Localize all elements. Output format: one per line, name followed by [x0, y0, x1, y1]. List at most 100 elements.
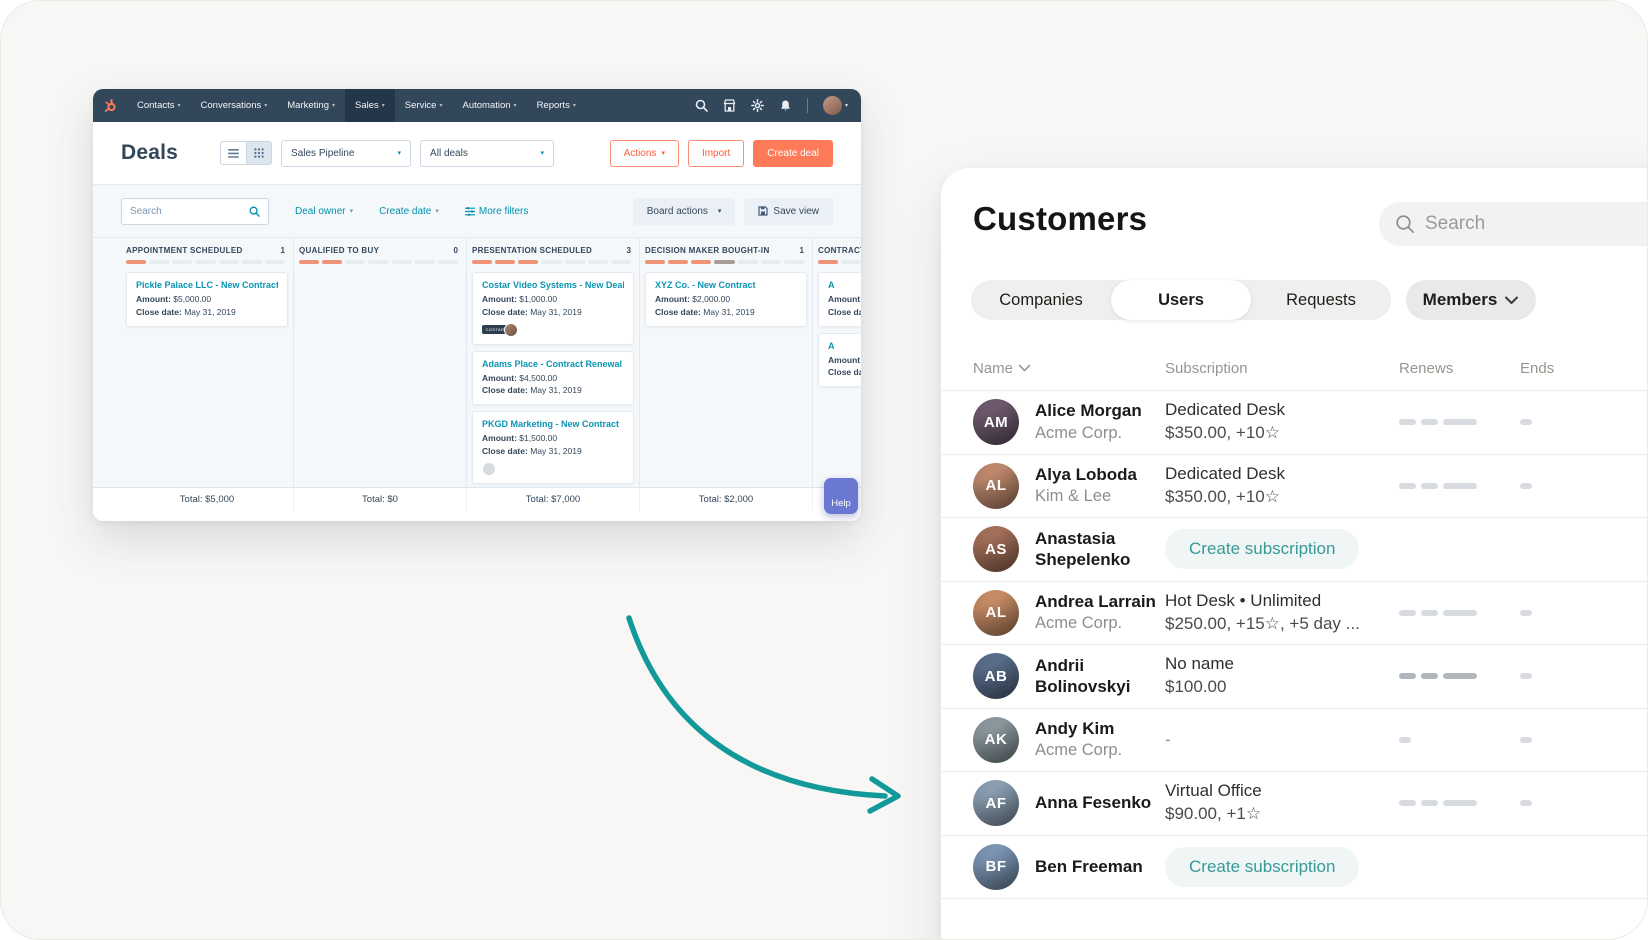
column-cards	[294, 264, 466, 487]
customers-search-input[interactable]	[1425, 213, 1648, 235]
create-subscription-button[interactable]: Create subscription	[1165, 847, 1359, 887]
ends-cell	[1520, 737, 1610, 743]
create-date-filter[interactable]: Create date ▾	[379, 206, 439, 217]
list-view-button[interactable]	[220, 141, 246, 165]
table-row-alice-morgan[interactable]: AMAlice MorganAcme Corp.Dedicated Desk$3…	[941, 391, 1648, 455]
deal-card[interactable]: Costar Video Systems - New Deal Amount: $…	[472, 272, 634, 345]
dash	[1443, 419, 1477, 425]
nav-item-contacts[interactable]: Contacts▾	[127, 89, 191, 122]
column-header-name[interactable]: Name	[973, 360, 1165, 377]
table-row-ben-freeman[interactable]: BFBen FreemanCreate subscription	[941, 836, 1648, 900]
name-block: Alya LobodaKim & Lee	[1035, 464, 1165, 508]
marketplace-icon[interactable]	[723, 99, 736, 112]
create-deal-button[interactable]: Create deal	[753, 140, 833, 167]
name-block: Andrii Bolinovskyi	[1035, 655, 1165, 699]
pipeline-stage-name: APPOINTMENT SCHEDULED	[126, 246, 243, 255]
name-cell: AFAnna Fesenko	[973, 780, 1165, 826]
more-filters-button[interactable]: More filters	[465, 206, 528, 217]
tab-users[interactable]: Users	[1111, 280, 1251, 320]
search-icon[interactable]	[249, 206, 260, 217]
avatar: AS	[973, 526, 1019, 572]
board-actions-button[interactable]: Board actions ▾	[633, 198, 736, 225]
save-view-button[interactable]: Save view	[744, 198, 833, 225]
table-row-andy-kim[interactable]: AKAndy KimAcme Corp.-	[941, 709, 1648, 773]
pipeline-stage-name: DECISION MAKER BOUGHT-IN	[645, 246, 770, 255]
account-menu[interactable]: ▾	[823, 96, 848, 115]
dash	[1399, 483, 1416, 489]
name-cell: ALAlya LobodaKim & Lee	[973, 463, 1165, 509]
pipeline-column-appointment-scheduled: APPOINTMENT SCHEDULED1Pickle Palace LLC …	[121, 238, 294, 487]
name-block: Andrea LarrainAcme Corp.	[1035, 591, 1165, 635]
column-header-renews: Renews	[1399, 360, 1520, 377]
subscription-cell: Virtual Office$90.00, +1☆	[1165, 780, 1399, 826]
deal-card[interactable]: Adams Place - Contract RenewalAmount: $4…	[472, 351, 634, 406]
dash	[1421, 483, 1438, 489]
table-row-andrea-larrain[interactable]: ALAndrea LarrainAcme Corp.Hot Desk • Unl…	[941, 582, 1648, 646]
name-cell: ASAnastasia Shepelenko	[973, 526, 1165, 572]
table-row-anna-fesenko[interactable]: AFAnna FesenkoVirtual Office$90.00, +1☆	[941, 772, 1648, 836]
dash	[1520, 610, 1532, 616]
deal-amount: Amount: $1,000.00	[482, 293, 624, 306]
customers-title: Customers	[973, 200, 1147, 238]
deals-filter-value: All deals	[430, 148, 468, 159]
renews-cell	[1399, 610, 1520, 616]
toolbar-actions: Actions ▾ Import Create deal	[610, 140, 833, 167]
dash	[1520, 483, 1532, 489]
nav-item-marketing[interactable]: Marketing▾	[277, 89, 345, 122]
search-icon[interactable]	[695, 99, 708, 112]
board-view-button[interactable]	[246, 141, 272, 165]
deals-search-input[interactable]	[130, 206, 243, 217]
nav-item-conversations[interactable]: Conversations▾	[191, 89, 278, 122]
tab-companies[interactable]: Companies	[971, 280, 1111, 320]
deal-close-date: Close date: May 31, 2019	[136, 306, 278, 319]
deals-filter-select[interactable]: All deals ▾	[420, 140, 554, 167]
table-row-anastasia-shepelenko[interactable]: ASAnastasia ShepelenkoCreate subscriptio…	[941, 518, 1648, 582]
nav-item-reports[interactable]: Reports▾	[527, 89, 586, 122]
import-button[interactable]: Import	[688, 140, 744, 167]
pipeline-column-presentation-scheduled: PRESENTATION SCHEDULED3Costar Video Syst…	[467, 238, 640, 487]
name-block: Alice MorganAcme Corp.	[1035, 400, 1165, 444]
subscription-plan: Virtual Office	[1165, 780, 1399, 803]
dash	[1443, 483, 1477, 489]
deal-title: Costar Video Systems - New Deal	[482, 280, 624, 290]
deal-card[interactable]: XYZ Co. - New ContractAmount: $2,000.00C…	[645, 272, 807, 327]
create-subscription-button[interactable]: Create subscription	[1165, 529, 1359, 569]
nav-item-service[interactable]: Service▾	[395, 89, 453, 122]
deal-amount: Amount: $2,000.00	[655, 293, 797, 306]
deal-amount: Amount: $1,500.00	[482, 432, 624, 445]
avatar: AB	[973, 653, 1019, 699]
date-placeholder	[1520, 419, 1610, 425]
hs-nav-menu: Contacts▾Conversations▾Marketing▾Sales▾S…	[127, 89, 586, 122]
column-total: Total: $2,000	[640, 488, 813, 511]
nav-item-automation[interactable]: Automation▾	[452, 89, 526, 122]
members-dropdown[interactable]: Members	[1406, 280, 1536, 320]
deal-card[interactable]: AAmount: Close date:	[818, 272, 861, 327]
dash	[1443, 610, 1477, 616]
settings-icon[interactable]	[751, 99, 764, 112]
hubspot-logo-icon[interactable]	[93, 89, 127, 122]
actions-button[interactable]: Actions ▾	[610, 140, 679, 167]
pipeline-column-decision-maker-bought-in: DECISION MAKER BOUGHT-IN1XYZ Co. - New C…	[640, 238, 813, 487]
notifications-icon[interactable]	[779, 99, 792, 112]
tab-requests[interactable]: Requests	[1251, 280, 1391, 320]
deal-card[interactable]: AAmount: Close date:	[818, 333, 861, 388]
deal-card[interactable]: PKGD Marketing - New ContractAmount: $1,…	[472, 411, 634, 484]
deal-title: Adams Place - Contract Renewal	[482, 359, 624, 369]
nav-item-sales[interactable]: Sales▾	[345, 89, 395, 122]
help-button[interactable]: Help	[824, 478, 858, 514]
filter-icon	[465, 207, 475, 216]
ends-cell	[1520, 483, 1610, 489]
table-row-alya-loboda[interactable]: ALAlya LobodaKim & LeeDedicated Desk$350…	[941, 455, 1648, 519]
column-cards: AAmount: Close date: AAmount: Close date…	[813, 264, 861, 487]
table-row-andrii-bolinovskyi[interactable]: ABAndrii BolinovskyiNo name$100.00	[941, 645, 1648, 709]
deal-owner-avatar	[504, 323, 518, 337]
pipeline-select[interactable]: Sales Pipeline ▾	[281, 140, 411, 167]
deal-owner-filter[interactable]: Deal owner ▾	[295, 206, 353, 217]
customer-name: Alya Loboda	[1035, 464, 1165, 486]
pipeline-stage-count: 0	[454, 246, 458, 255]
deal-card[interactable]: Pickle Palace LLC - New ContractAmount: …	[126, 272, 288, 327]
dash	[1399, 673, 1416, 679]
dash	[1520, 800, 1532, 806]
customer-name: Alice Morgan	[1035, 400, 1165, 422]
page-title: Deals	[121, 141, 178, 165]
